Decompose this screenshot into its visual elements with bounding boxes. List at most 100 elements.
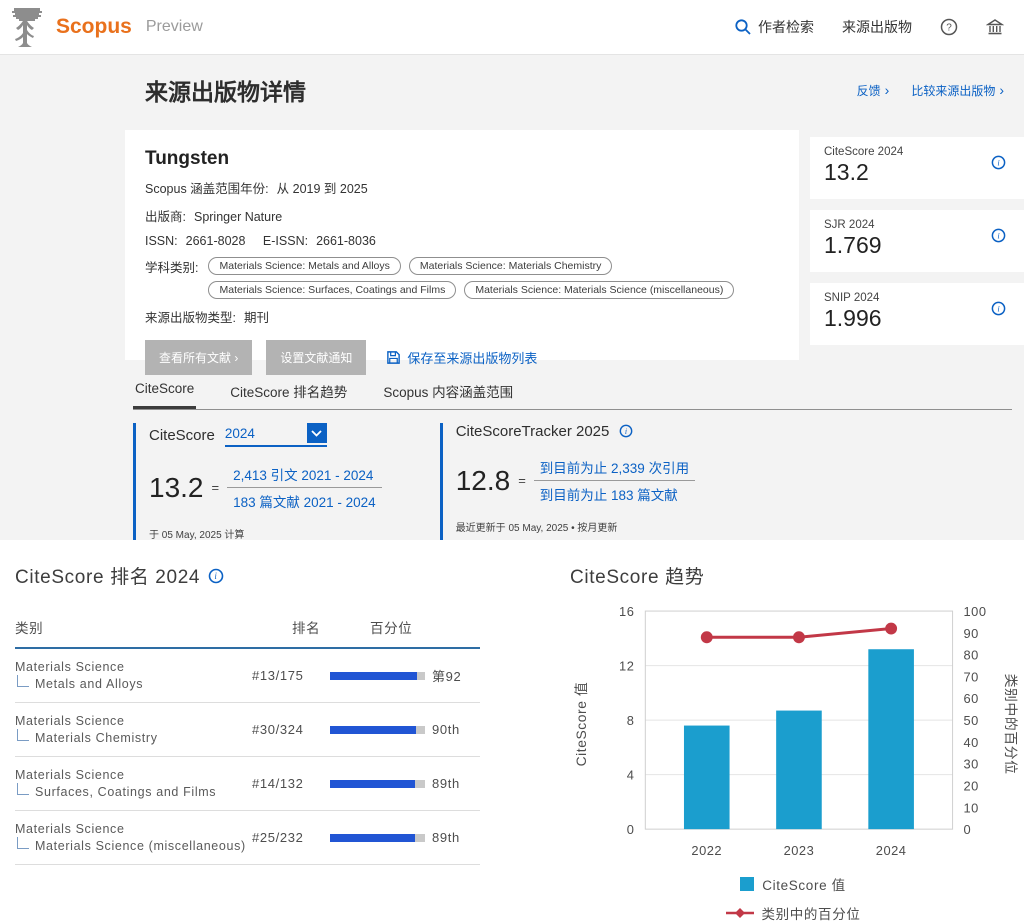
svg-text:10: 10 [963, 800, 978, 815]
elsevier-tree-icon [8, 6, 46, 48]
table-row: Materials Science Metals and Alloys #13/… [15, 649, 480, 703]
column-percentile: 百分位 [370, 617, 480, 637]
percentile-label: 89th [432, 776, 460, 791]
rank-value: #25/232 [252, 830, 330, 845]
legend-citescore: CiteScore 值 [740, 874, 846, 894]
svg-text:30: 30 [963, 757, 978, 772]
tab-scopus-coverage[interactable]: Scopus 内容涵盖范围 [381, 375, 515, 409]
metric-label: CiteScore 2024 [824, 146, 1010, 158]
citescore-year-dropdown[interactable]: 2024 [225, 423, 327, 447]
nav-sources-label: 来源出版物 [842, 17, 912, 37]
journal-info-card: Tungsten Scopus 涵盖范围年份:从 2019 到 2025 出版商… [125, 130, 799, 360]
citescore-footnote: 于 05 May, 2025 计算 [149, 526, 382, 541]
chevron-down-icon [307, 423, 327, 443]
tree-connector-icon [17, 783, 29, 795]
feedback-label: 反馈 [857, 82, 881, 99]
info-icon[interactable]: i [208, 568, 223, 583]
svg-text:20: 20 [963, 778, 978, 793]
search-icon [734, 18, 752, 36]
svg-text:2024: 2024 [876, 843, 907, 858]
ranking-table-header: 类别 排名 百分位 [15, 617, 480, 649]
trend-chart-title: CiteScore 趋势 [570, 562, 704, 589]
citescore-denominator-link[interactable]: 183 篇文献 2021 - 2024 [227, 488, 382, 514]
category-parent: Materials Science [15, 714, 252, 728]
set-document-alert-button[interactable]: 设置文献通知 [266, 340, 366, 375]
citescore-numerator-link[interactable]: 2,413 引文 2021 - 2024 [227, 461, 382, 487]
snip-metric-card: SNIP 2024 1.996 i [810, 283, 1024, 345]
tracker-numerator-link[interactable]: 到目前为止 2,339 次引用 [534, 454, 695, 480]
info-icon[interactable]: i [991, 228, 1006, 243]
brand-suffix: Preview [146, 18, 203, 36]
citescore-ranking-widget: CiteScore 排名 2024 i 类别 排名 百分位 Materials … [15, 562, 480, 865]
subject-chip: Materials Science: Materials Chemistry [409, 257, 612, 275]
category-child: Metals and Alloys [35, 677, 143, 691]
page-title: 来源出版物详情 [145, 73, 306, 107]
svg-text:90: 90 [963, 626, 978, 641]
coverage-line: Scopus 涵盖范围年份:从 2019 到 2025 [145, 178, 779, 197]
svg-text:12: 12 [619, 659, 634, 674]
metric-value: 13.2 [824, 159, 1010, 186]
source-type-line: 来源出版物类型:期刊 [145, 307, 779, 326]
save-icon [386, 350, 401, 365]
tree-connector-icon [17, 837, 29, 849]
svg-text:0: 0 [627, 822, 635, 837]
category-parent: Materials Science [15, 822, 252, 836]
svg-text:16: 16 [619, 604, 634, 619]
svg-text:100: 100 [963, 604, 986, 619]
header-nav: 作者检索 来源出版物 ? [734, 17, 1024, 37]
category-child: Materials Chemistry [35, 731, 158, 745]
chevron-right-icon: › [885, 83, 890, 97]
left-axis-label: CiteScore 值 [573, 682, 589, 767]
journal-title: Tungsten [145, 148, 779, 170]
info-icon[interactable]: i [619, 424, 634, 439]
table-row: Materials Science Materials Science (mis… [15, 811, 480, 865]
column-rank: 排名 [292, 617, 370, 637]
view-all-documents-button[interactable]: 查看所有文献 › [145, 340, 252, 375]
compare-sources-link[interactable]: 比较来源出版物 › [911, 82, 1004, 99]
brand-name: Scopus [56, 15, 132, 39]
institution-button[interactable] [986, 18, 1004, 36]
table-row: Materials Science Materials Chemistry #3… [15, 703, 480, 757]
save-to-source-list-link[interactable]: 保存至来源出版物列表 [386, 348, 537, 367]
scopus-logo[interactable]: Scopus Preview [0, 6, 203, 48]
question-icon: ? [940, 18, 958, 36]
compare-sources-label: 比较来源出版物 [911, 82, 995, 99]
metric-label: SNIP 2024 [824, 292, 1010, 304]
metric-value: 1.996 [824, 305, 1010, 332]
svg-text:i: i [997, 158, 1000, 168]
tab-citescore[interactable]: CiteScore [133, 375, 196, 409]
equals-sign: = [518, 473, 526, 488]
tabs: CiteScore CiteScore 排名趋势 Scopus 内容涵盖范围 [133, 375, 1012, 410]
tab-citescore-rank-trend[interactable]: CiteScore 排名趋势 [228, 375, 349, 409]
view-all-documents-label: 查看所有文献 [159, 351, 231, 365]
feedback-link[interactable]: 反馈 › [857, 82, 890, 99]
nav-sources[interactable]: 来源出版物 [842, 17, 912, 37]
equals-sign: = [212, 480, 220, 495]
save-to-source-list-label: 保存至来源出版物列表 [407, 348, 537, 367]
citescore-value: 13.2 [149, 472, 204, 504]
subject-chip: Materials Science: Materials Science (mi… [464, 281, 734, 299]
metric-value: 1.769 [824, 232, 1010, 259]
institution-icon [986, 18, 1004, 36]
tracker-value: 12.8 [456, 465, 511, 497]
citescore-metric-card: CiteScore 2024 13.2 i [810, 137, 1024, 199]
nav-author-search[interactable]: 作者检索 [734, 17, 814, 37]
svg-text:2022: 2022 [691, 843, 722, 858]
svg-text:i: i [997, 304, 1000, 314]
tracker-panel-title: CiteScoreTracker 2025 [456, 423, 610, 440]
column-category: 类别 [15, 617, 292, 637]
percentile-bar [330, 672, 425, 680]
help-button[interactable]: ? [940, 18, 958, 36]
tracker-denominator-link[interactable]: 到目前为止 183 篇文献 [534, 481, 695, 507]
citescore-panel: CiteScore 2024 13.2 = 2,413 引文 2021 - 20… [133, 423, 382, 541]
info-icon[interactable]: i [991, 301, 1006, 316]
chart-legend: CiteScore 值 类别中的百分位 [568, 874, 1018, 923]
svg-text:8: 8 [627, 713, 635, 728]
citescore-year-value: 2024 [225, 426, 255, 441]
svg-text:4: 4 [627, 768, 635, 783]
info-icon[interactable]: i [991, 155, 1006, 170]
app-header: Scopus Preview 作者检索 来源出版物 ? [0, 0, 1024, 55]
trend-chart: CiteScore 值 类别中的百分位 04812160102030405060… [568, 597, 1018, 867]
subject-chip: Materials Science: Metals and Alloys [208, 257, 400, 275]
category-parent: Materials Science [15, 660, 252, 674]
